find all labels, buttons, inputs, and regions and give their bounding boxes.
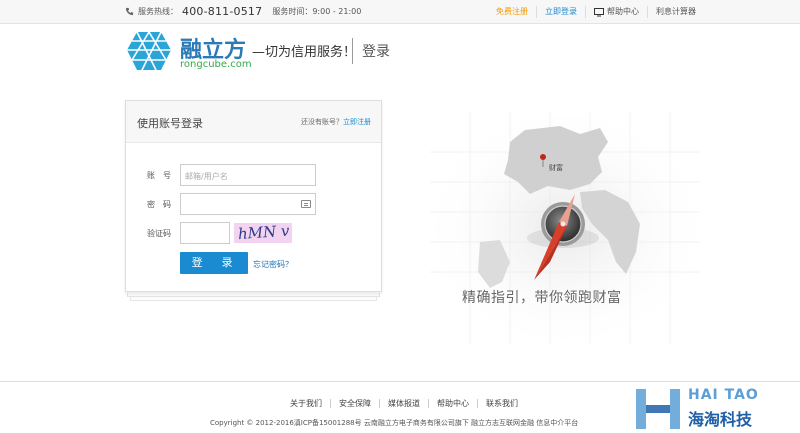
brand-domain: rongcube.com (180, 59, 252, 70)
no-account-text: 还没有账号？ (301, 118, 343, 126)
top-bar: 服务热线： 400-811-0517 服务时间：9:00 - 21:00 免费注… (0, 0, 800, 24)
hotline-number: 400-811-0517 (182, 5, 263, 18)
account-row: 账 号 邮箱/用户名 (126, 164, 383, 186)
footer-link-about[interactable]: 关于我们 (290, 399, 330, 408)
haitao-logo-icon (636, 389, 680, 429)
cube-logo-icon[interactable] (125, 30, 173, 72)
login-panel-header: 使用账号登录 还没有账号？立即注册 (126, 101, 381, 143)
captcha-row: 验证码 hMN v (126, 222, 383, 244)
location-pin-icon (540, 154, 546, 160)
password-label: 密 码 (147, 200, 171, 209)
footer-link-security[interactable]: 安全保障 (330, 399, 379, 408)
footer-link-help[interactable]: 帮助中心 (428, 399, 477, 408)
monitor-icon (594, 7, 604, 16)
haitao-watermark: HAI TAO 海淘科技 (630, 385, 800, 433)
footer-link-media[interactable]: 媒体报道 (379, 399, 428, 408)
hotline: 服务热线： 400-811-0517 服务时间：9:00 - 21:00 (125, 5, 361, 18)
map-city-label: 财富 (549, 164, 563, 172)
password-row: 密 码 (126, 193, 383, 215)
watermark-top-text: HAI TAO (688, 387, 759, 403)
page-title: 登录 (362, 44, 390, 60)
help-center-label: 帮助中心 (607, 7, 639, 16)
login-panel-title: 使用账号登录 (137, 117, 203, 130)
interest-calculator-link[interactable]: 利息计算器 (647, 6, 704, 18)
brand-slogan: —切为信用服务！ (252, 45, 357, 60)
password-input[interactable] (180, 193, 316, 215)
illustration-caption: 精确指引，带你领跑财富 (462, 290, 622, 306)
panel-shadow-layer (127, 293, 380, 297)
help-center-link[interactable]: 帮助中心 (585, 6, 647, 18)
account-input[interactable]: 邮箱/用户名 (180, 164, 316, 186)
panel-shadow-layer (130, 297, 377, 301)
header-divider (352, 38, 353, 64)
login-now-link[interactable]: 立即登录 (536, 6, 585, 18)
copyright-text: Copyright © 2012-2016滇ICP备15001288号 云南融立… (210, 419, 579, 427)
watermark-bottom-text: 海淘科技 (688, 410, 753, 429)
footer-link-contact[interactable]: 联系我们 (477, 399, 526, 408)
map-compass-illustration (430, 112, 700, 344)
keyboard-icon[interactable] (301, 200, 311, 208)
register-link[interactable]: 立即注册 (343, 118, 371, 126)
service-hours: 服务时间：9:00 - 21:00 (272, 7, 362, 16)
footer-links: 关于我们 安全保障 媒体报道 帮助中心 联系我们 (290, 399, 526, 408)
top-links: 免费注册 立即登录 帮助中心 利息计算器 (488, 0, 704, 24)
phone-icon (125, 7, 134, 16)
account-label: 账 号 (147, 171, 171, 180)
site-header: 融立方 —切为信用服务！ rongcube.com 登录 (125, 30, 425, 74)
captcha-label: 验证码 (147, 229, 171, 238)
captcha-input[interactable] (180, 222, 230, 244)
forgot-password-link[interactable]: 忘记密码？ (253, 259, 293, 270)
free-register-link[interactable]: 免费注册 (488, 6, 536, 18)
captcha-image[interactable]: hMN v (234, 223, 292, 243)
login-panel: 使用账号登录 还没有账号？立即注册 账 号 邮箱/用户名 密 码 验证码 hMN… (125, 100, 382, 292)
captcha-text: hMN v (237, 223, 290, 243)
hotline-label: 服务热线： (138, 7, 178, 16)
register-prompt: 还没有账号？立即注册 (301, 117, 371, 127)
login-button[interactable]: 登 录 (180, 252, 248, 274)
